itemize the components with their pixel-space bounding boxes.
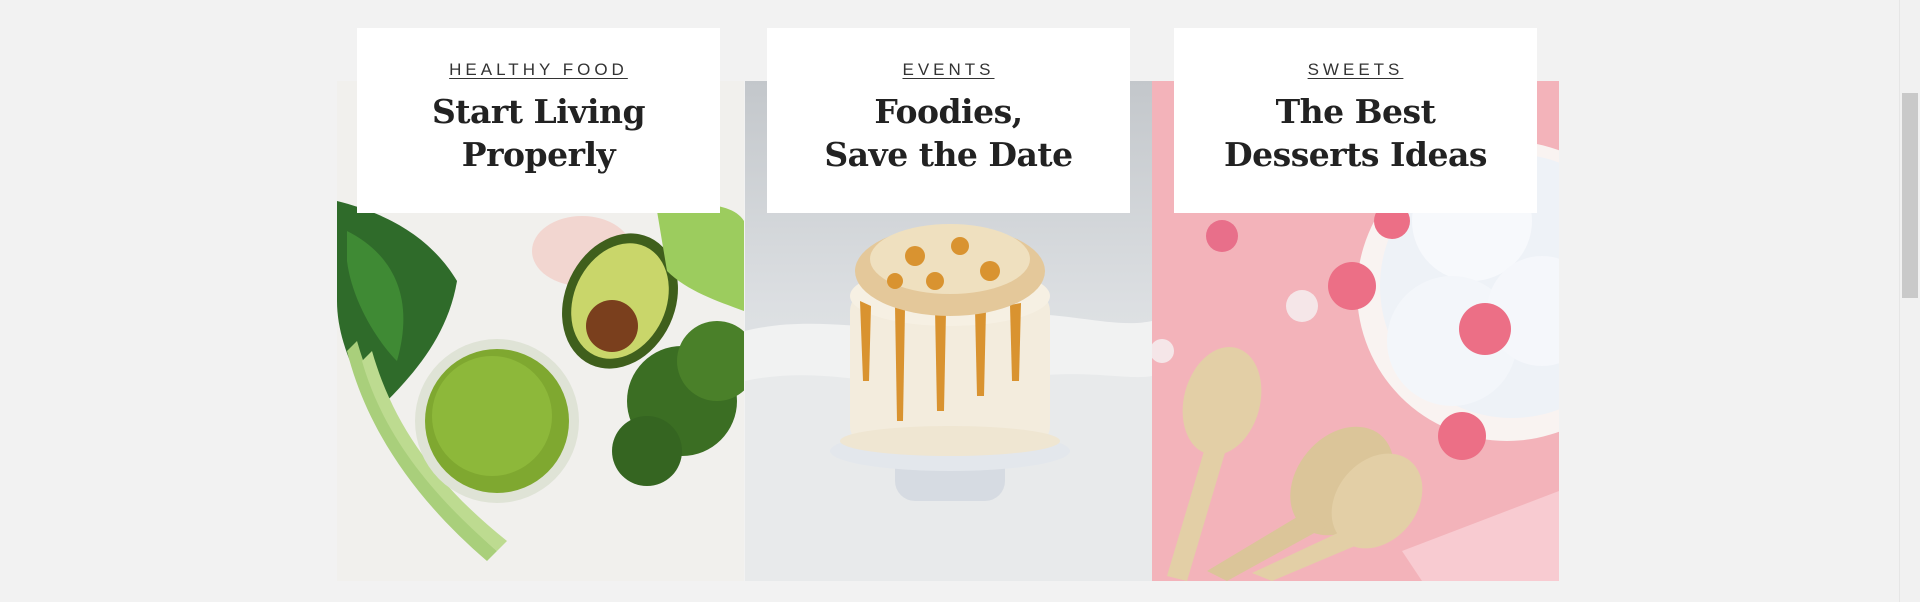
category-link[interactable]: SWEETS bbox=[1308, 60, 1404, 80]
post-title[interactable]: Start Living Properly bbox=[377, 90, 700, 176]
post-title-line2: Desserts Ideas bbox=[1224, 135, 1487, 174]
post-title[interactable]: The Best Desserts Ideas bbox=[1194, 90, 1517, 176]
post-caption: SWEETS The Best Desserts Ideas bbox=[1174, 28, 1537, 213]
post-title[interactable]: Foodies, Save the Date bbox=[787, 90, 1110, 176]
vertical-scrollbar[interactable] bbox=[1899, 0, 1920, 602]
post-title-line1: Foodies, bbox=[874, 92, 1023, 131]
scrollbar-thumb[interactable] bbox=[1902, 93, 1918, 298]
category-link[interactable]: HEALTHY FOOD bbox=[449, 60, 628, 80]
category-link[interactable]: EVENTS bbox=[902, 60, 994, 80]
blog-cards-section: HEALTHY FOOD Start Living Properly EVENT… bbox=[0, 0, 1900, 602]
post-title-line2: Properly bbox=[461, 135, 616, 174]
post-title-line2: Save the Date bbox=[824, 135, 1073, 174]
post-caption: HEALTHY FOOD Start Living Properly bbox=[357, 28, 720, 213]
post-title-line1: The Best bbox=[1275, 92, 1436, 131]
post-caption: EVENTS Foodies, Save the Date bbox=[767, 28, 1130, 213]
post-title-line1: Start Living bbox=[431, 92, 646, 131]
